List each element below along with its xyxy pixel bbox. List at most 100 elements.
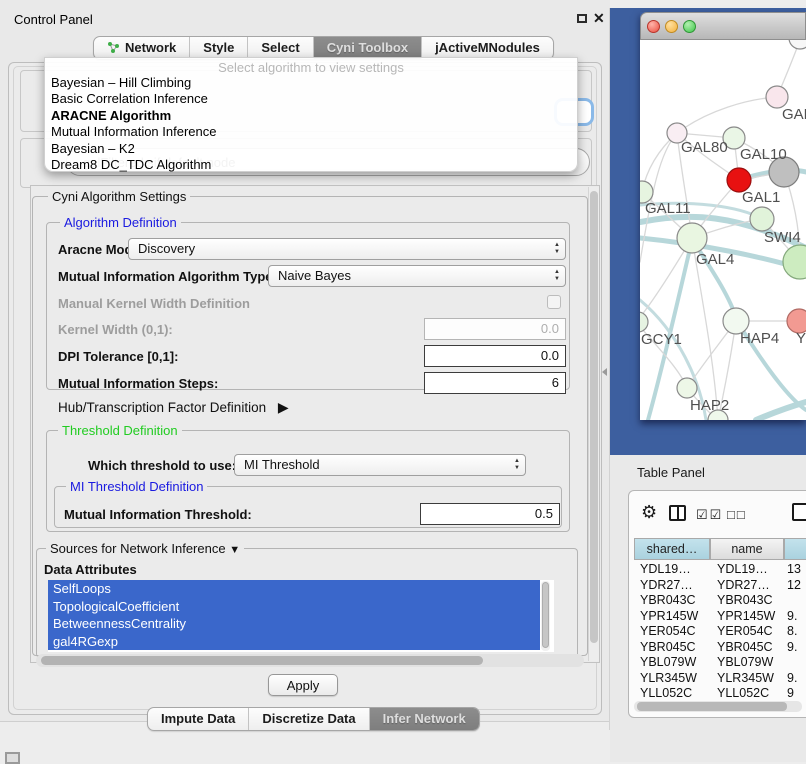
- table-cell[interactable]: YDL19…: [640, 562, 691, 578]
- column-header-clipped[interactable]: [784, 538, 806, 560]
- column-header-name[interactable]: name: [710, 538, 784, 560]
- tab-impute-data[interactable]: Impute Data: [148, 708, 249, 730]
- network-node-gcy1[interactable]: [640, 312, 648, 332]
- table-cell[interactable]: 9: [787, 686, 794, 700]
- table-horizontal-scrollbar[interactable]: [634, 701, 802, 712]
- attribute-list-item[interactable]: gal4RGexp: [48, 633, 540, 651]
- attributes-list-scrollbar[interactable]: [541, 581, 550, 651]
- table-row[interactable]: YBR043C YBR043C: [630, 593, 806, 609]
- table-cell[interactable]: YER054C: [717, 624, 773, 640]
- which-threshold-combobox[interactable]: MI Threshold ▲▼: [234, 454, 526, 476]
- network-node-hap2[interactable]: [677, 378, 697, 398]
- collapse-down-icon: ▼: [229, 544, 240, 556]
- table-cell[interactable]: 8.: [787, 624, 797, 640]
- table-row[interactable]: YBL079W YBL079W: [630, 655, 806, 671]
- network-node-label: Y: [796, 330, 806, 347]
- table-cell[interactable]: YLR345W: [717, 671, 774, 687]
- window-close-icon[interactable]: [647, 20, 660, 33]
- table-cell[interactable]: YPR145W: [640, 609, 698, 625]
- settings-horizontal-scrollbar[interactable]: [36, 654, 584, 667]
- window-minimize-icon[interactable]: [665, 20, 678, 33]
- algorithm-option[interactable]: Bayesian – K2: [45, 141, 577, 157]
- tab-select[interactable]: Select: [248, 37, 313, 59]
- table-cell[interactable]: YER054C: [640, 624, 696, 640]
- splitpane-collapse-arrow-icon[interactable]: [602, 368, 607, 376]
- algorithm-option[interactable]: Basic Correlation Inference: [45, 91, 577, 107]
- dock-panel-icon[interactable]: [5, 752, 20, 764]
- table-row[interactable]: YER054C YER054C 8.: [630, 624, 806, 640]
- manual-kernel-width-label: Manual Kernel Width Definition: [58, 296, 250, 311]
- hub-definition-expander[interactable]: Hub/Transcription Factor Definition ▶: [58, 399, 289, 416]
- table-row[interactable]: YPR145W YPR145W 9.: [630, 609, 806, 625]
- table-cell[interactable]: YDR27…: [717, 578, 770, 594]
- table-cell[interactable]: YDL19…: [717, 562, 768, 578]
- table-cell[interactable]: YBR045C: [717, 640, 773, 656]
- scrollbar-thumb[interactable]: [637, 702, 787, 711]
- tab-network[interactable]: Network: [94, 37, 190, 59]
- settings-vertical-scrollbar[interactable]: [588, 187, 599, 661]
- network-node-label: SWI4: [764, 229, 801, 246]
- network-node-swi4[interactable]: [750, 207, 774, 231]
- mi-threshold-field[interactable]: 0.5: [420, 503, 560, 525]
- table-cell[interactable]: YLR345W: [640, 671, 697, 687]
- table-row[interactable]: YBR045C YBR045C 9.: [630, 640, 806, 656]
- network-node[interactable]: [783, 245, 806, 279]
- window-zoom-icon[interactable]: [683, 20, 696, 33]
- gear-icon[interactable]: ⚙: [641, 502, 657, 523]
- table-row[interactable]: YDL19… YDL19… 13: [630, 562, 806, 578]
- table-cell[interactable]: YBR043C: [640, 593, 696, 609]
- table-cell[interactable]: 9.: [787, 609, 797, 625]
- column-header-shared-name[interactable]: shared…: [634, 538, 710, 560]
- float-panel-icon[interactable]: [577, 14, 587, 23]
- columns-icon[interactable]: [669, 505, 686, 521]
- mi-algorithm-type-combobox[interactable]: Naive Bayes ▲▼: [268, 265, 566, 287]
- tab-cyni-toolbox[interactable]: Cyni Toolbox: [314, 37, 422, 59]
- scrollbar-thumb[interactable]: [542, 582, 549, 648]
- table-cell[interactable]: YBR043C: [717, 593, 773, 609]
- network-node-gal4[interactable]: [677, 223, 707, 253]
- table-cell[interactable]: YLL052C: [717, 686, 769, 700]
- apply-button[interactable]: Apply: [268, 674, 338, 696]
- deselect-all-checkboxes-icon[interactable]: □□: [727, 507, 747, 522]
- tab-discretize-data[interactable]: Discretize Data: [249, 708, 369, 730]
- table-cell[interactable]: 12: [787, 578, 801, 594]
- close-icon[interactable]: ✕: [593, 10, 605, 27]
- table-cell[interactable]: YBL079W: [717, 655, 773, 671]
- network-canvas[interactable]: GALGAL80GAL10GAL1GAL11SWI4GAL4GCY1HAP4YH…: [640, 40, 806, 420]
- manual-kernel-width-checkbox[interactable]: [547, 295, 561, 309]
- aracne-mode-combobox[interactable]: Discovery ▲▼: [128, 238, 566, 260]
- attribute-list-item[interactable]: BetweennessCentrality: [48, 615, 540, 633]
- table-cell[interactable]: YBR045C: [640, 640, 696, 656]
- table-cell[interactable]: YLL052C: [640, 686, 692, 700]
- tab-style[interactable]: Style: [190, 37, 248, 59]
- algorithm-option[interactable]: Dream8 DC_TDC Algorithm: [45, 157, 577, 173]
- table-function-icon[interactable]: [792, 503, 806, 521]
- attribute-list-item[interactable]: TopologicalCoefficient: [48, 598, 540, 616]
- scrollbar-thumb[interactable]: [41, 656, 483, 665]
- tab-infer-network[interactable]: Infer Network: [370, 708, 479, 730]
- select-all-checkboxes-icon[interactable]: ☑☑: [696, 507, 723, 523]
- tab-jactivemnodules[interactable]: jActiveMNodules: [422, 37, 553, 59]
- table-cell[interactable]: YBL079W: [640, 655, 696, 671]
- network-node-gal[interactable]: [766, 86, 788, 108]
- attribute-list-item[interactable]: SelfLoops: [48, 580, 540, 598]
- scrollbar-thumb[interactable]: [590, 191, 598, 643]
- table-cell[interactable]: YDR27…: [640, 578, 693, 594]
- algorithm-option[interactable]: Bayesian – Hill Climbing: [45, 75, 577, 91]
- table-cell[interactable]: 13: [787, 562, 801, 578]
- table-cell[interactable]: 9.: [787, 671, 797, 687]
- dpi-tolerance-field[interactable]: 0.0: [424, 345, 566, 367]
- network-window-titlebar[interactable]: [640, 12, 806, 40]
- which-threshold-label: Which threshold to use:: [88, 458, 236, 473]
- algorithm-option[interactable]: Mutual Information Inference: [45, 124, 577, 140]
- mi-steps-field[interactable]: 6: [424, 372, 566, 394]
- algorithm-option[interactable]: ARACNE Algorithm: [45, 108, 577, 124]
- kernel-width-field[interactable]: 0.0: [424, 318, 566, 340]
- table-cell[interactable]: YPR145W: [717, 609, 775, 625]
- table-row[interactable]: YLL052C YLL052C 9: [630, 686, 806, 700]
- table-cell[interactable]: 9.: [787, 640, 797, 656]
- table-row[interactable]: YLR345W YLR345W 9.: [630, 671, 806, 687]
- table-row[interactable]: YDR27… YDR27… 12: [630, 578, 806, 594]
- network-node[interactable]: [789, 40, 806, 49]
- sources-legend[interactable]: Sources for Network Inference ▼: [46, 541, 244, 556]
